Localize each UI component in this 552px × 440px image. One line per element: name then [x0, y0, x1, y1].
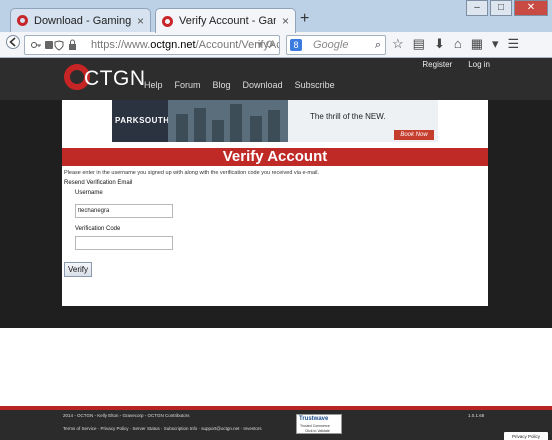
extension-icon[interactable]: ▦ [471, 36, 483, 52]
close-tab-icon[interactable]: × [282, 14, 289, 28]
ad-image [168, 100, 288, 142]
url-bar[interactable]: https://www.octgn.net/Account/VerifyAcco… [24, 35, 280, 55]
login-link[interactable]: Log in [468, 60, 490, 69]
page-title: Verify Account [62, 148, 488, 166]
url-host: octgn.net [150, 39, 196, 51]
ad-tagline: The thrill of the NEW. [310, 112, 386, 121]
verification-code-field[interactable] [75, 236, 173, 250]
minimize-button[interactable]: – [466, 0, 488, 16]
verify-button[interactable]: Verify [64, 262, 92, 277]
menu-icon[interactable]: ☰ [508, 36, 520, 52]
site-identity-icons [29, 36, 85, 54]
browser-titlebar: Download - Gaming Platfo... × Verify Acc… [0, 0, 552, 33]
main-nav: Help Forum Blog Download Subscribe [144, 80, 335, 90]
home-icon[interactable]: ⌂ [454, 36, 462, 52]
web-page: Register Log in CTGN Help Forum Blog Dow… [0, 58, 552, 440]
trust-validate: Click to Validate [305, 429, 330, 433]
tab-verify-account[interactable]: Verify Account - Gaming P... × [155, 8, 296, 33]
ad-logo-panel: PARKSOUTH [112, 100, 170, 142]
search-placeholder: Google [313, 39, 349, 51]
reading-list-icon[interactable]: ▤ [413, 36, 425, 52]
trustwave-badge[interactable]: Trustwave Trusted Commerce Click to Vali… [296, 414, 342, 434]
trust-subtitle: Trusted Commerce [300, 424, 330, 428]
nav-subscribe[interactable]: Subscribe [295, 80, 335, 90]
refresh-icon[interactable]: ▾ ⟳ [257, 36, 275, 54]
tab-download[interactable]: Download - Gaming Platfo... × [10, 8, 151, 32]
nav-blog[interactable]: Blog [213, 80, 231, 90]
octgn-favicon-icon [162, 15, 173, 27]
trust-title: Trustwave [299, 416, 329, 422]
username-field[interactable] [75, 204, 173, 218]
tab-title: Verify Account - Gaming P... [179, 15, 276, 27]
content-panel: PARKSOUTH The thrill of the NEW. Book No… [62, 100, 488, 306]
search-bar[interactable]: 8 Google ⌕ [286, 35, 386, 55]
ad-text-panel: The thrill of the NEW. Book Now [288, 100, 438, 142]
pocket-icon [45, 41, 53, 49]
register-link[interactable]: Register [422, 60, 452, 69]
site-header: Register Log in CTGN Help Forum Blog Dow… [0, 58, 552, 100]
ad-cta-button[interactable]: Book Now [394, 130, 434, 140]
username-label: Username [75, 190, 103, 196]
verification-code-label: Verification Code [75, 226, 121, 232]
star-icon[interactable]: ☆ [392, 36, 404, 52]
nav-forum[interactable]: Forum [175, 80, 201, 90]
toolbar-icons: ☆ ▤ ⬇ ⌂ ▦ ▾ ☰ [392, 36, 519, 52]
maximize-button[interactable]: □ [490, 0, 512, 16]
ad-brand: PARKSOUTH [115, 116, 170, 125]
octgn-logo[interactable]: CTGN [64, 64, 145, 94]
close-tab-icon[interactable]: × [137, 14, 144, 28]
url-prefix: https://www. [91, 39, 151, 51]
nav-help[interactable]: Help [144, 80, 163, 90]
browser-navbar: https://www.octgn.net/Account/VerifyAcco… [0, 32, 552, 58]
footer-version: 1.0.1.68 [468, 413, 485, 418]
shield-icon [54, 40, 64, 51]
site-footer: 2014 - OCTGN - Kelly Elton - Gravecorp -… [0, 406, 552, 440]
download-icon[interactable]: ⬇ [434, 36, 445, 52]
privacy-policy-button[interactable]: Privacy Policy [504, 432, 548, 440]
intro-text: Please enter in the username you signed … [64, 170, 319, 176]
key-icon [31, 42, 41, 48]
footer-links[interactable]: Terms of Service · Privacy Policy · Serv… [63, 426, 262, 431]
close-window-button[interactable]: ✕ [514, 0, 548, 16]
account-links: Register Log in [422, 60, 490, 69]
nav-download[interactable]: Download [243, 80, 283, 90]
octgn-favicon-icon [17, 15, 28, 26]
back-icon[interactable] [6, 35, 20, 52]
search-engine-icon[interactable]: 8 [290, 39, 302, 51]
lock-icon [69, 39, 76, 50]
tab-title: Download - Gaming Platfo... [34, 14, 131, 27]
window-controls: – □ ✕ [464, 0, 548, 16]
search-icon[interactable]: ⌕ [375, 36, 381, 54]
logo-text: CTGN [84, 67, 146, 90]
footer-copyright: 2014 - OCTGN - Kelly Elton - Gravecorp -… [63, 413, 190, 418]
new-tab-button[interactable]: + [300, 10, 309, 28]
dropdown-icon[interactable]: ▾ [492, 36, 499, 52]
ad-banner[interactable]: PARKSOUTH The thrill of the NEW. Book No… [112, 100, 438, 142]
resend-verification-link[interactable]: Resend Verification Email [64, 180, 132, 186]
